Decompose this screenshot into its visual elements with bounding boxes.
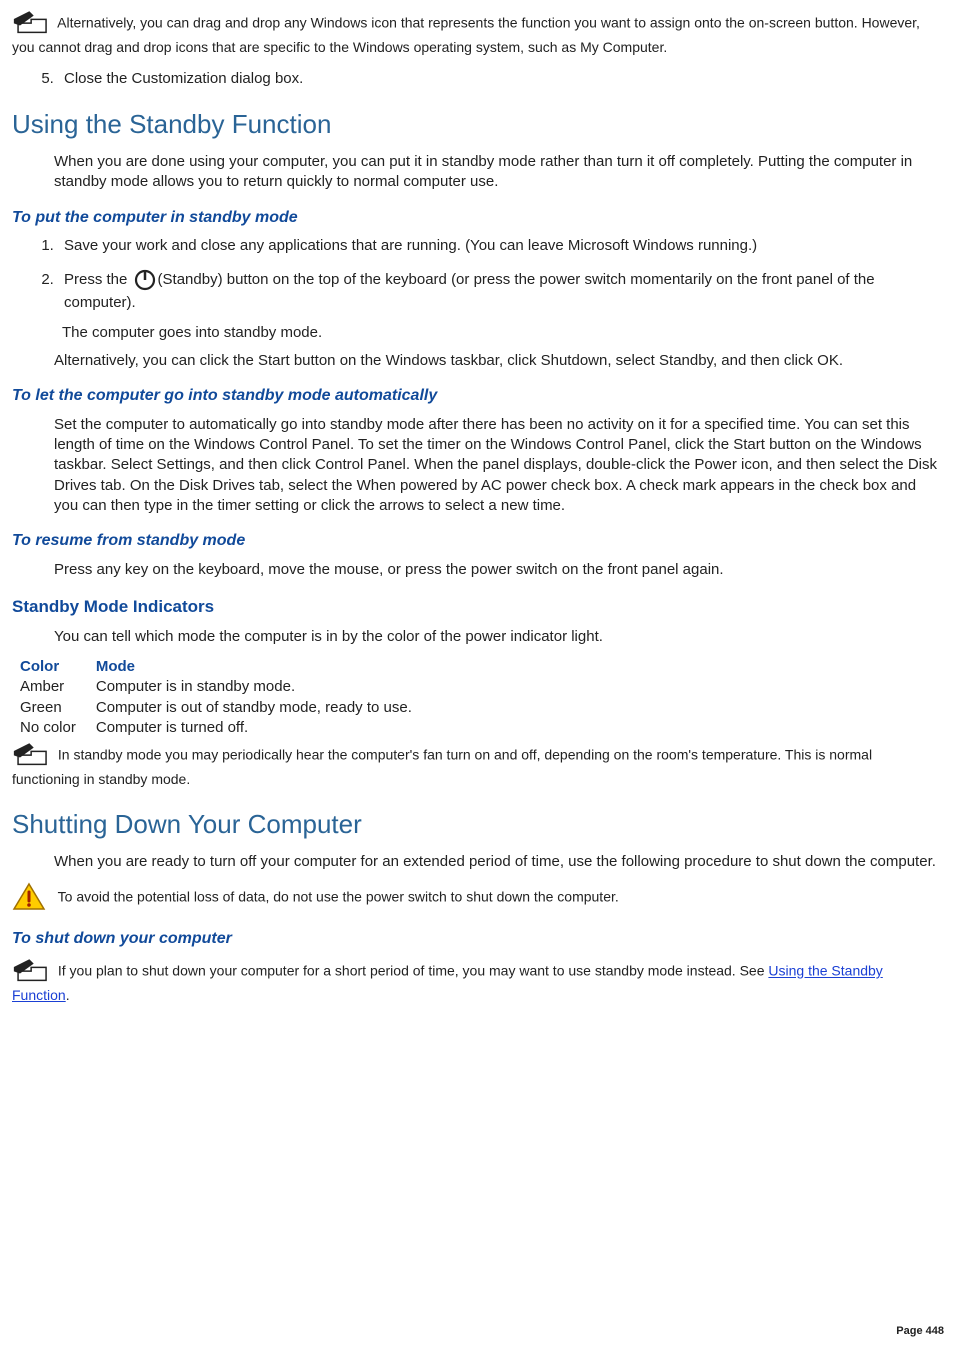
col-color: Color: [20, 657, 96, 677]
standby-button-icon: [132, 267, 158, 293]
pencil-note-icon: [12, 742, 54, 770]
put-standby-steps: Save your work and close any application…: [38, 236, 942, 313]
pencil-note-icon: [12, 958, 54, 986]
warning-text: To avoid the potential loss of data, do …: [58, 889, 619, 905]
step-text-before: Press the: [64, 271, 132, 288]
col-mode: Mode: [96, 657, 432, 677]
indicators-intro: You can tell which mode the computer is …: [54, 627, 942, 647]
heading-standby: Using the Standby Function: [12, 107, 942, 142]
note-text-before: If you plan to shut down your computer f…: [58, 963, 769, 979]
table-row: No color Computer is turned off.: [20, 718, 432, 738]
shutdown-intro: When you are ready to turn off your comp…: [54, 852, 942, 872]
note-fan: In standby mode you may periodically hea…: [12, 742, 942, 789]
heading-indicators: Standby Mode Indicators: [12, 596, 942, 619]
mode-indicator-table: Color Mode Amber Computer is in standby …: [20, 657, 432, 738]
note-text-after: .: [66, 987, 70, 1003]
standby-intro: When you are done using your computer, y…: [54, 152, 942, 193]
step-press-standby: Press the (Standby) button on the top of…: [58, 267, 942, 313]
cell-color: Amber: [20, 677, 96, 697]
cell-mode: Computer is out of standby mode, ready t…: [96, 698, 432, 718]
step-save-work: Save your work and close any application…: [58, 236, 942, 256]
subheading-auto-standby: To let the computer go into standby mode…: [12, 385, 942, 407]
step-text-after: (Standby) button on the top of the keybo…: [64, 271, 875, 311]
warning-icon: [12, 882, 54, 914]
resume-text: Press any key on the keyboard, move the …: [54, 560, 942, 580]
table-header-row: Color Mode: [20, 657, 432, 677]
cell-mode: Computer is in standby mode.: [96, 677, 432, 697]
table-row: Green Computer is out of standby mode, r…: [20, 698, 432, 718]
pencil-note-icon: [12, 10, 54, 38]
warning-power-switch: To avoid the potential loss of data, do …: [12, 882, 942, 914]
page-number: Page 448: [896, 1324, 944, 1339]
subheading-resume: To resume from standby mode: [12, 530, 942, 552]
heading-shutdown: Shutting Down Your Computer: [12, 807, 942, 842]
table-row: Amber Computer is in standby mode.: [20, 677, 432, 697]
cell-color: No color: [20, 718, 96, 738]
subheading-put-standby: To put the computer in standby mode: [12, 207, 942, 229]
note-text: Alternatively, you can drag and drop any…: [12, 15, 920, 55]
standby-alt-method: Alternatively, you can click the Start b…: [54, 351, 942, 371]
subheading-shutdown-proc: To shut down your computer: [12, 928, 942, 950]
step-close-dialog: Close the Customization dialog box.: [58, 69, 942, 89]
cell-mode: Computer is turned off.: [96, 718, 432, 738]
customization-steps-continued: Close the Customization dialog box.: [38, 69, 942, 89]
cell-color: Green: [20, 698, 96, 718]
standby-result: The computer goes into standby mode.: [62, 323, 942, 343]
note-text: In standby mode you may periodically hea…: [12, 747, 872, 787]
note-drag-drop: Alternatively, you can drag and drop any…: [12, 10, 942, 57]
note-short-shutdown: If you plan to shut down your computer f…: [12, 958, 942, 1005]
auto-standby-text: Set the computer to automatically go int…: [54, 415, 942, 516]
